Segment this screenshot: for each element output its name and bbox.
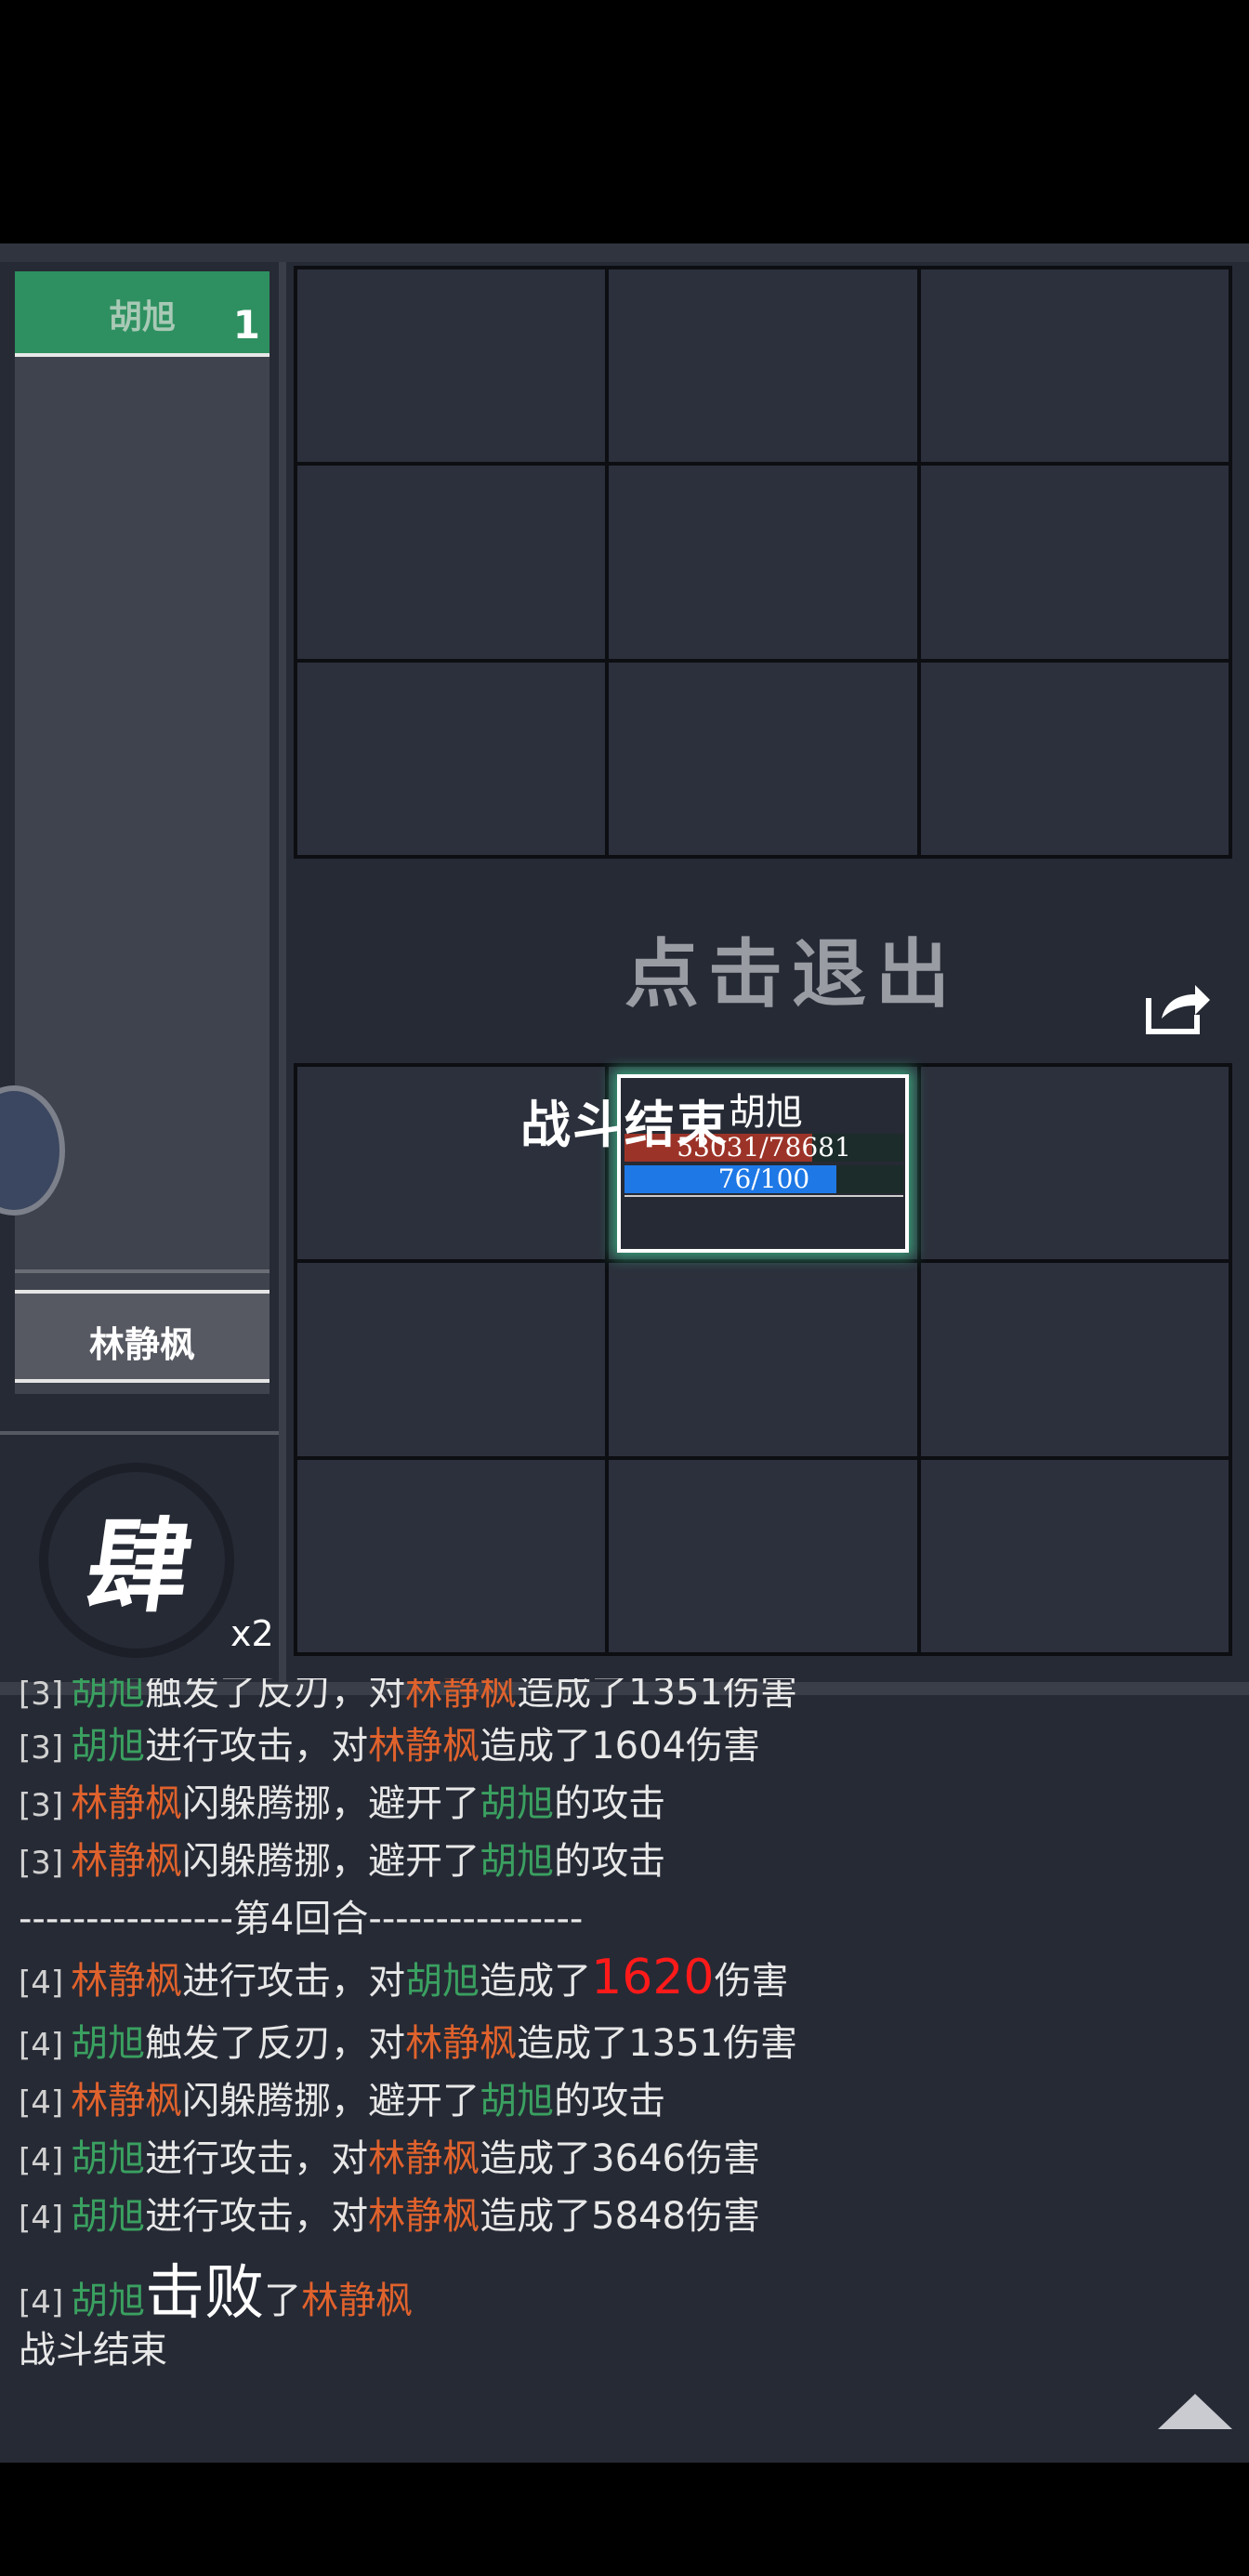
player-team-tab[interactable]: 胡旭 1 <box>15 271 270 357</box>
skill-multiplier: x2 <box>230 1613 274 1654</box>
log-line: [3] 胡旭触发了反刃，对林静枫造成了1351伤害 <box>19 1678 797 1714</box>
grid-cell[interactable] <box>609 1263 917 1456</box>
grid-cell[interactable] <box>297 466 606 659</box>
grid-cell[interactable] <box>920 1263 1229 1456</box>
grid-cell[interactable] <box>297 269 606 463</box>
unit-card-divider <box>624 1195 903 1197</box>
battle-log[interactable]: [3] 胡旭触发了反刃，对林静枫造成了1351伤害 [3] 胡旭进行攻击，对林静枫造… <box>19 1678 1227 2403</box>
mp-bar: 76/100 <box>624 1165 903 1193</box>
unit-name: 胡旭 <box>729 1091 803 1134</box>
player-unit-count: 1 <box>232 302 260 348</box>
sidebar-divider <box>15 1269 270 1273</box>
scroll-up-icon[interactable] <box>1158 2394 1232 2429</box>
grid-cell[interactable] <box>920 662 1229 855</box>
grid-cell[interactable] <box>609 269 917 463</box>
enemy-name: 林静枫 <box>88 1324 195 1365</box>
defeat-emphasis: 击败 <box>145 2259 265 2328</box>
log-line: [4] 胡旭触发了反刃，对林静枫造成了1351伤害 <box>19 2022 797 2065</box>
grid-cell[interactable] <box>920 1067 1229 1260</box>
round-divider: ----------------第4回合---------------- <box>19 1898 584 1940</box>
grid-cell[interactable] <box>920 1459 1229 1652</box>
log-line: [4] 林静枫进行攻击，对胡旭造成了1620伤害 <box>19 1950 789 2005</box>
battle-end-line: 战斗结束 <box>19 2329 167 2372</box>
battle-over-label: 战斗结束 <box>520 1095 729 1154</box>
log-line: [3] 林静枫闪躲腾挪，避开了胡旭的攻击 <box>19 1840 666 1883</box>
grid-cell[interactable] <box>609 466 917 659</box>
enemy-team-tab[interactable]: 林静枫 <box>15 1290 270 1383</box>
top-strip <box>0 243 1249 262</box>
log-line: [3] 林静枫闪躲腾挪，避开了胡旭的攻击 <box>19 1782 666 1825</box>
log-line: [4] 林静枫闪躲腾挪，避开了胡旭的攻击 <box>19 2080 666 2123</box>
grid-cell[interactable] <box>609 662 917 855</box>
log-line: [4] 胡旭击败了林静枫 <box>19 2259 414 2328</box>
exit-prompt[interactable]: 点击退出 <box>167 914 1249 1022</box>
log-line: [4] 胡旭进行攻击，对林静枫造成了3646伤害 <box>19 2137 760 2180</box>
critical-damage: 1620 <box>591 1950 715 2005</box>
log-line: [4] 胡旭进行攻击，对林静枫造成了5848伤害 <box>19 2195 760 2238</box>
share-icon[interactable] <box>1143 978 1214 1037</box>
section-divider <box>0 1431 279 1435</box>
grid-cell[interactable] <box>297 1263 606 1456</box>
grid-cell[interactable] <box>920 466 1229 659</box>
team-sidebar <box>15 271 270 1394</box>
grid-cell[interactable] <box>297 1459 606 1652</box>
player-name: 胡旭 <box>108 298 176 336</box>
enemy-formation-grid <box>294 266 1232 859</box>
mp-text: 76/100 <box>717 1163 810 1194</box>
log-line: [3] 胡旭进行攻击，对林静枫造成了1604伤害 <box>19 1725 760 1768</box>
grid-cell[interactable] <box>609 1459 917 1652</box>
skill-glyph: 肆 <box>79 1506 199 1626</box>
grid-cell[interactable] <box>920 269 1229 463</box>
grid-cell[interactable] <box>297 662 606 855</box>
